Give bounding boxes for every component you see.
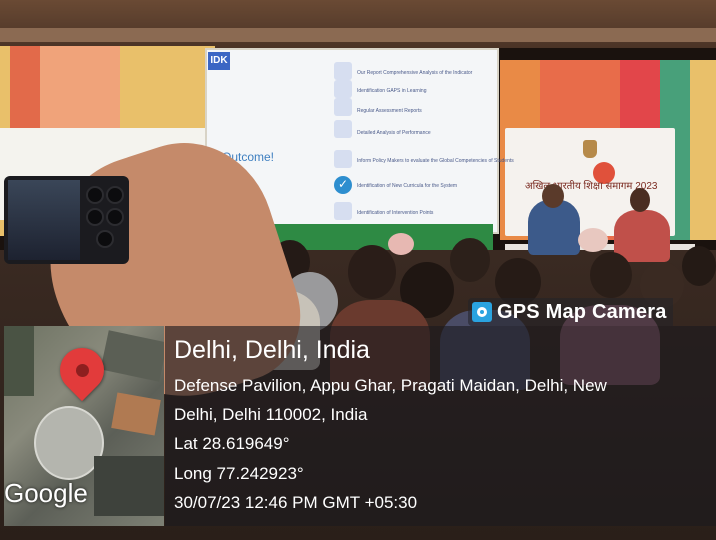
address-line-1: Defense Pavilion, Appu Ghar, Pragati Mai… — [174, 376, 607, 395]
camera-lens-icon — [106, 208, 124, 226]
audience-head — [348, 245, 396, 299]
screen-logo: IDK — [208, 52, 230, 70]
ceiling-cornice — [0, 28, 716, 42]
panelist-body — [528, 200, 580, 255]
latitude: Lat 28.619649° — [174, 434, 290, 453]
panelist-body — [614, 210, 670, 262]
report-icon — [334, 62, 352, 80]
audience-head — [590, 252, 632, 298]
panelist-head — [630, 188, 650, 212]
policy-icon — [334, 150, 352, 168]
camera-lens-icon — [86, 186, 104, 204]
magnifier-icon — [334, 120, 352, 138]
checkmark-icon — [334, 176, 352, 194]
gps-brand-badge: GPS Map Camera — [468, 298, 673, 326]
slide-item: Identification of New Curricula for the … — [357, 183, 458, 189]
camera-lens-icon — [106, 186, 124, 204]
emblem-icon — [583, 140, 597, 158]
longitude: Long 77.242923° — [174, 464, 304, 483]
slide-item: Regular Assessment Reports — [357, 108, 422, 114]
map-attribution: Google — [4, 478, 88, 508]
document-icon — [334, 98, 352, 116]
slide-item: Identification of Intervention Points — [357, 210, 434, 216]
photo-scene: अखिल भारतीय शिक्षा समागम 2023 IDK Outcom… — [0, 0, 716, 540]
audience-head — [450, 238, 490, 282]
location-city: Delhi, Delhi, India — [174, 336, 370, 364]
address-line-2: Delhi, Delhi 110002, India — [174, 405, 368, 424]
slide-item: Detailed Analysis of Performance — [357, 130, 431, 136]
flower-bouquet — [388, 233, 414, 255]
timestamp: 30/07/23 12:46 PM GMT +05:30 — [174, 493, 418, 512]
camera-lens-icon — [86, 208, 104, 226]
flash-icon — [96, 230, 114, 248]
panelist-head — [542, 184, 564, 208]
location-map: Google — [4, 326, 164, 526]
location-pin-center — [76, 364, 89, 377]
gap-icon — [334, 80, 352, 98]
map-block — [94, 456, 164, 516]
map-block — [4, 326, 34, 396]
slide-item: Identification GAPS in Learning — [357, 88, 427, 94]
slide-item: Inform Policy Makers to evaluate the Glo… — [357, 158, 514, 164]
camera-app-icon — [472, 302, 492, 322]
phone-screen — [8, 180, 80, 260]
audience-head — [682, 246, 716, 286]
gps-info-panel: Delhi, Delhi, India Defense Pavilion, Ap… — [165, 326, 716, 526]
gps-brand-label: GPS Map Camera — [497, 300, 667, 323]
map-block — [100, 330, 164, 382]
building-icon — [334, 202, 352, 220]
map-block — [111, 392, 161, 436]
slide-item: Our Report Comprehensive Analysis of the… — [357, 70, 473, 76]
flower-bouquet — [578, 228, 608, 252]
